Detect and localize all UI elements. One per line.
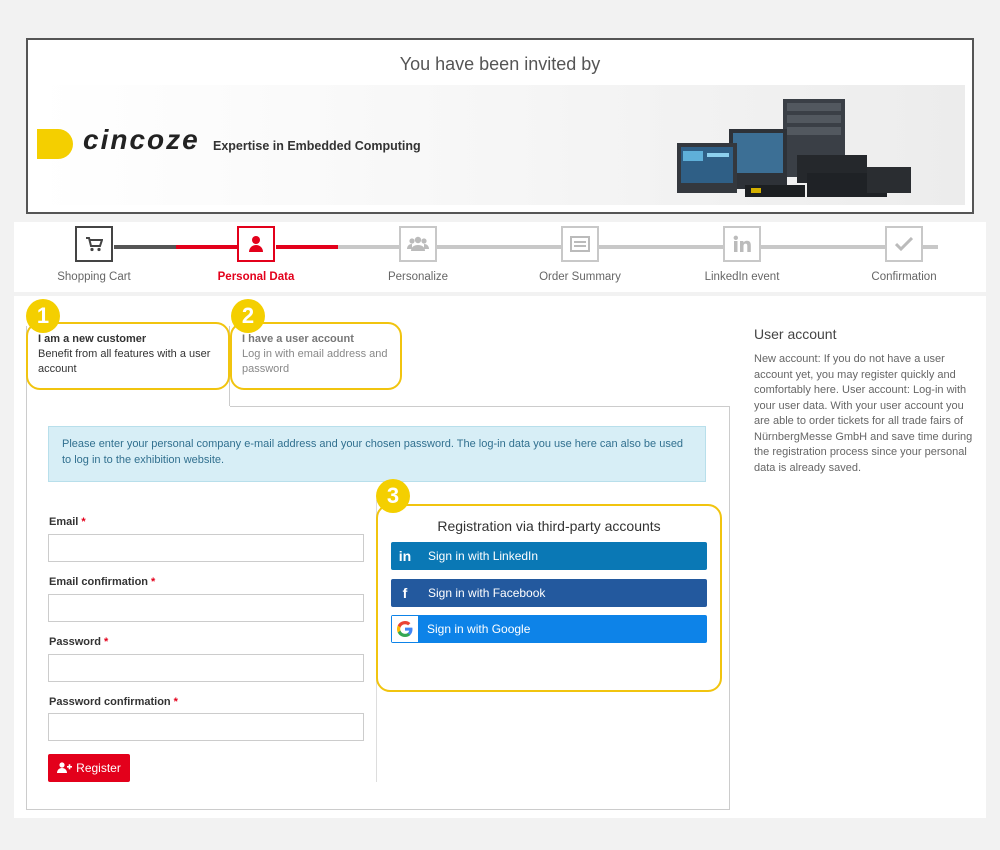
email-label-text: Email xyxy=(49,516,79,528)
sidebar-description: New account: If you do not have a user a… xyxy=(754,353,973,474)
sidebar-title: User account xyxy=(754,326,837,342)
facebook-sign-in-button[interactable]: f Sign in with Facebook xyxy=(391,579,707,607)
linkedin-icon: in xyxy=(398,548,412,564)
cart-icon xyxy=(86,237,103,252)
third-party-section: Registration via third-party accounts in… xyxy=(376,504,722,692)
inviter-banner: You have been invited by cincoze Experti… xyxy=(26,38,974,214)
google-sign-in-button[interactable]: Sign in with Google xyxy=(391,615,707,643)
step-linkedin-event[interactable]: LinkedIn event xyxy=(672,226,812,283)
required-mark: * xyxy=(173,696,178,708)
email-confirmation-input[interactable] xyxy=(48,594,364,622)
step-label: Personalize xyxy=(387,271,449,283)
brand-tagline: Expertise in Embedded Computing xyxy=(213,139,421,153)
user-icon xyxy=(249,236,263,252)
step-order-summary[interactable]: Order Summary xyxy=(510,226,650,283)
list-icon xyxy=(570,236,590,252)
required-mark: * xyxy=(103,636,109,648)
callout-badge-2: 2 xyxy=(231,299,265,333)
add-user-icon xyxy=(57,762,73,773)
step-label: Confirmation xyxy=(871,271,937,283)
callout-badge-1: 1 xyxy=(26,299,60,333)
step-personalize[interactable]: Personalize xyxy=(348,226,488,283)
tab-title: I have a user account xyxy=(242,333,354,345)
tab-new-customer[interactable]: I am a new customer Benefit from all fea… xyxy=(26,322,230,390)
step-shopping-cart[interactable]: Shopping Cart xyxy=(24,226,164,283)
facebook-sign-in-label: Sign in with Facebook xyxy=(428,586,546,600)
email-confirmation-label: Email confirmation * xyxy=(49,576,155,588)
step-label: Shopping Cart xyxy=(57,271,131,283)
email-confirmation-label-text: Email confirmation xyxy=(49,576,149,588)
check-icon xyxy=(895,237,913,251)
help-sidebar: User account New account: If you do not … xyxy=(754,326,974,476)
registration-panel: I am a new customer Benefit from all fea… xyxy=(14,296,986,818)
password-confirmation-label-text: Password confirmation xyxy=(49,696,171,708)
linkedin-icon xyxy=(733,235,751,252)
brand-logo-shape xyxy=(37,129,73,159)
google-sign-in-label: Sign in with Google xyxy=(427,622,531,636)
info-alert: Please enter your personal company e-mai… xyxy=(48,426,706,482)
email-label: Email * xyxy=(49,516,86,528)
checkout-stepper: Shopping Cart Personal Data Personalize xyxy=(14,222,986,292)
required-mark: * xyxy=(151,576,156,588)
password-label: Password * xyxy=(49,636,108,648)
callout-badge-3: 3 xyxy=(376,479,410,513)
brand-logo: cincoze xyxy=(83,124,200,155)
step-label: LinkedIn event xyxy=(704,271,780,283)
group-icon xyxy=(407,236,429,251)
tab-divider xyxy=(230,406,730,407)
email-input[interactable] xyxy=(48,534,364,562)
linkedin-sign-in-label: Sign in with LinkedIn xyxy=(428,549,539,563)
password-input[interactable] xyxy=(48,654,364,682)
step-personal-data[interactable]: Personal Data xyxy=(186,226,326,283)
password-label-text: Password xyxy=(49,636,101,648)
tab-title: I am a new customer xyxy=(38,333,147,345)
password-confirmation-label: Password confirmation * xyxy=(49,696,178,708)
linkedin-sign-in-button[interactable]: in Sign in with LinkedIn xyxy=(391,542,707,570)
tab-user-account[interactable]: I have a user account Log in with email … xyxy=(230,322,402,390)
step-label: Order Summary xyxy=(539,271,621,283)
step-confirmation[interactable]: Confirmation xyxy=(834,226,974,283)
register-button-label: Register xyxy=(76,761,121,775)
third-party-heading: Registration via third-party accounts xyxy=(437,518,661,534)
invited-by-heading: You have been invited by xyxy=(399,54,601,74)
register-button[interactable]: Register xyxy=(48,754,130,782)
password-confirmation-input[interactable] xyxy=(48,713,364,741)
sponsor-banner-image: cincoze Expertise in Embedded Computing xyxy=(37,85,965,205)
step-label: Personal Data xyxy=(217,271,295,283)
tab-description: Benefit from all features with a user ac… xyxy=(38,348,211,375)
tab-description: Log in with email address and password xyxy=(242,348,388,375)
facebook-icon: f xyxy=(402,585,408,601)
required-mark: * xyxy=(81,516,86,528)
product-image xyxy=(677,99,911,197)
google-icon xyxy=(392,616,418,642)
